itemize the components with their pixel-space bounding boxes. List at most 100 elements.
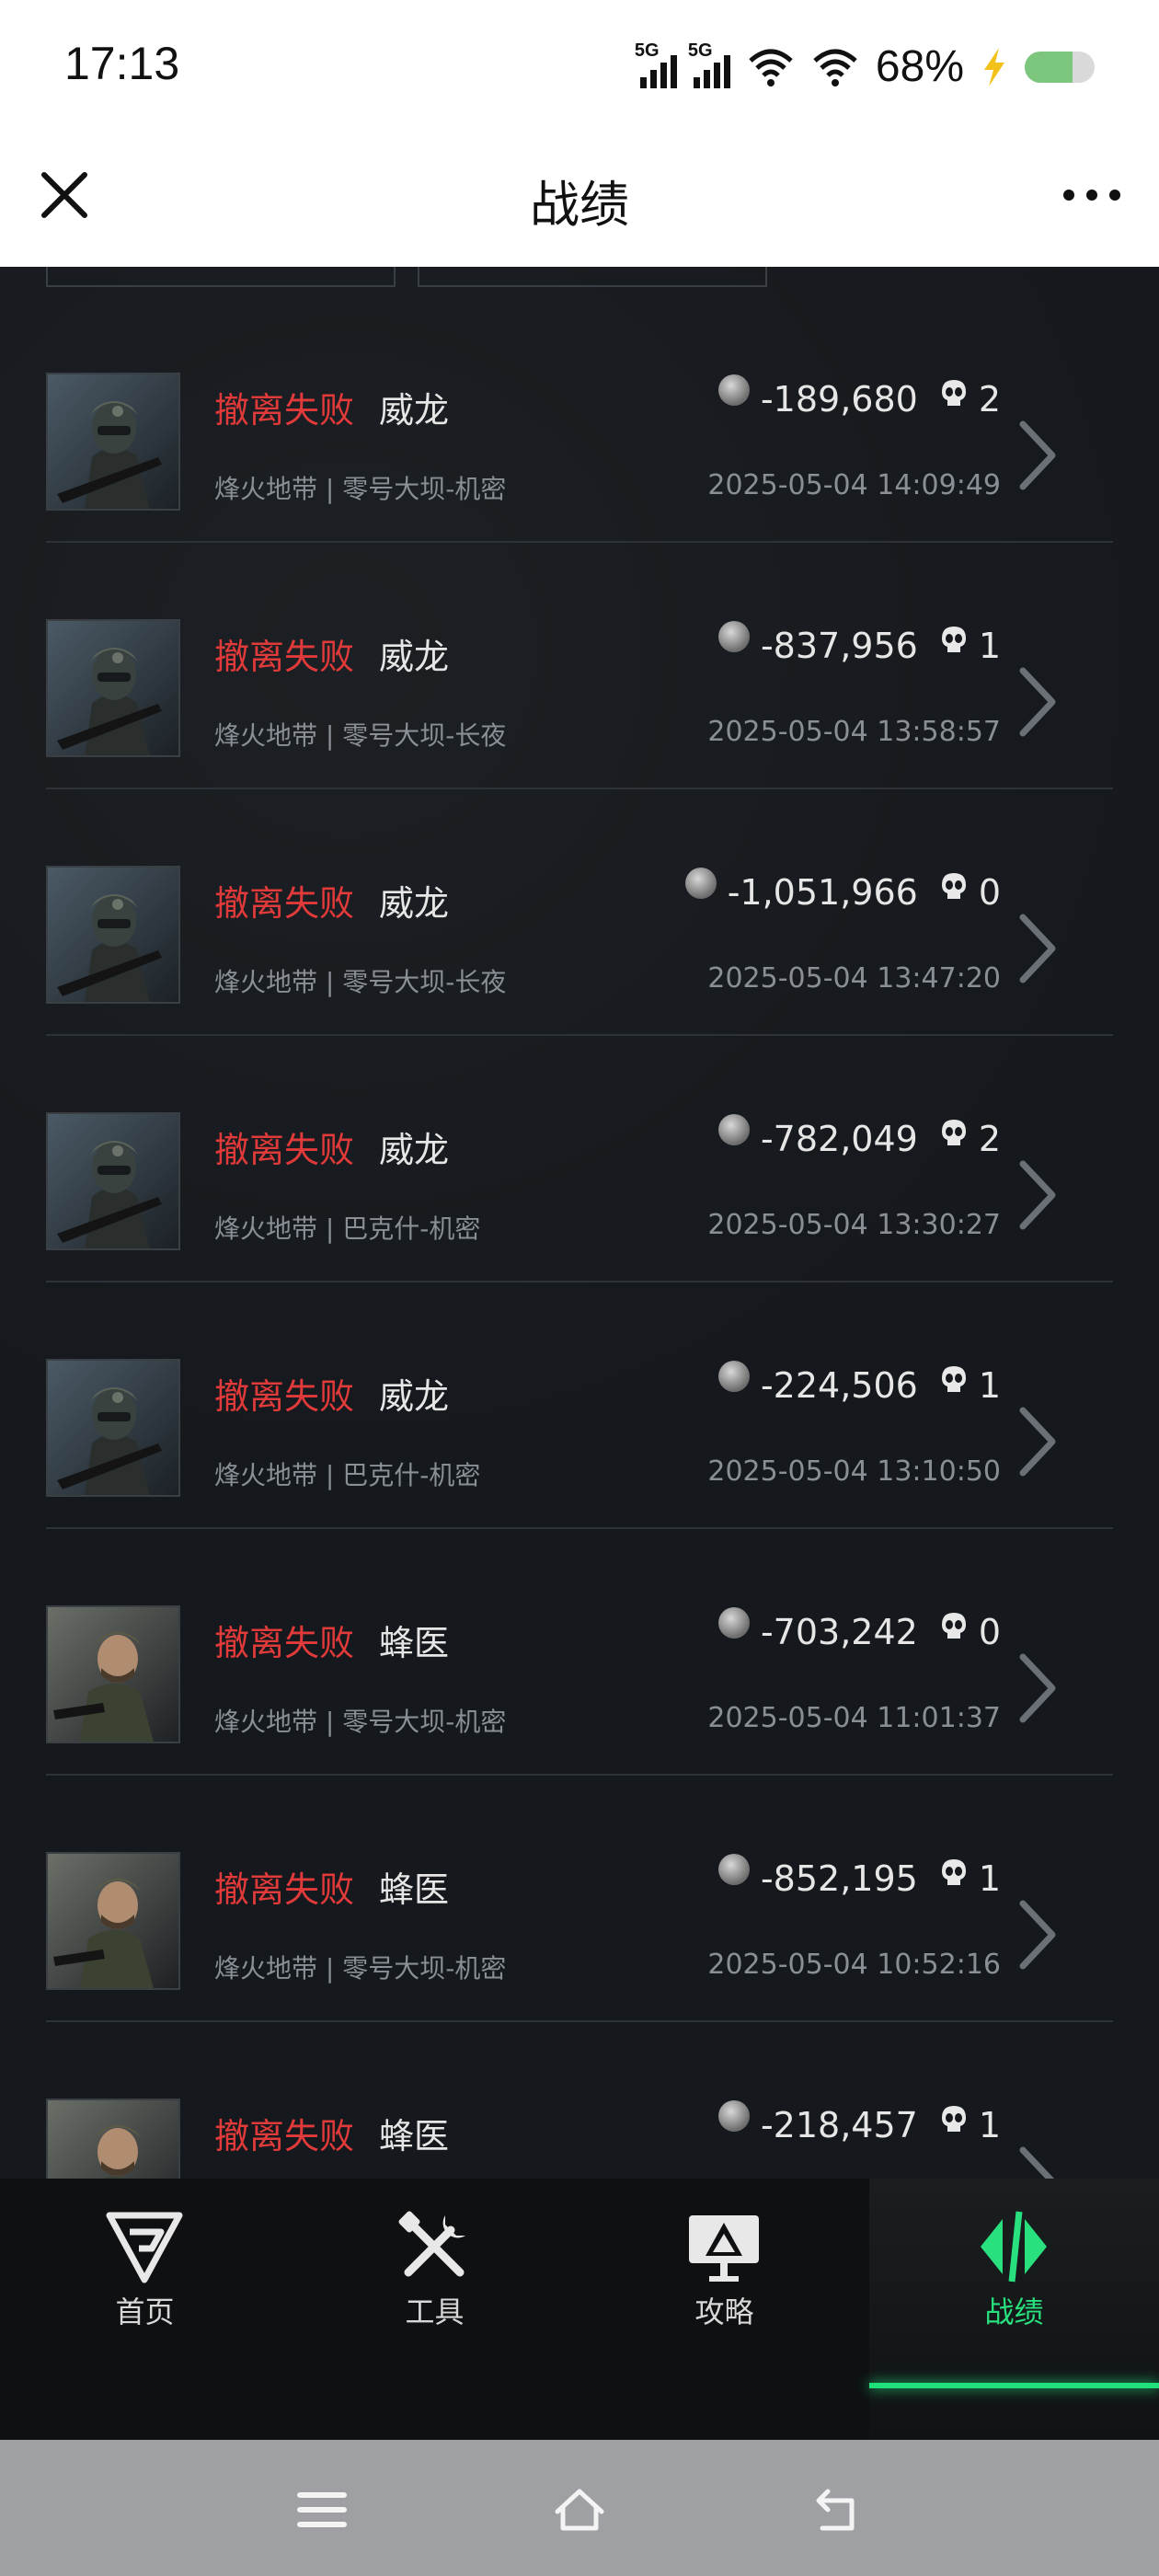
kill-count: 1 [978,1858,1001,1899]
record-time: 2025-05-04 11:01:37 [707,1702,1001,1734]
page-title: 战绩 [530,176,629,234]
kill-count: 1 [978,626,1001,666]
record-row[interactable]: 撤离失败 威龙 烽火地带 | 巴克什-机密 -224,506 1 2025-05-04 1… [46,1281,1113,1529]
chevron-right-icon[interactable] [1017,2145,1058,2179]
kill-count: 2 [978,1119,1001,1159]
status-bar: 17:13 5G 5G 68% [0,0,1159,138]
record-stats: -1,051,966 0 [684,868,1001,913]
map-mode: 烽火地带 | 零号大坝-机密 [214,1707,507,1737]
record-stats: -224,506 1 [717,1361,1001,1406]
kill-skull-icon [941,1366,966,1392]
menu-icon[interactable] [294,2484,350,2536]
record-list[interactable]: 撤离失败 威龙 烽火地带 | 零号大坝-机密 -189,680 2 2025-05-04 … [0,267,1159,2179]
record-stats: -782,049 2 [717,1114,1001,1159]
record-row[interactable]: 撤离失败 蜂医 -218,457 1 [46,2020,1113,2179]
operator-name: 蜂医 [379,1623,450,1663]
kill-skull-icon [941,1613,966,1639]
record-row[interactable]: 撤离失败 威龙 烽火地带 | 零号大坝-机密 -189,680 2 2025-05-04 … [46,294,1113,543]
chevron-right-icon[interactable] [1017,1405,1058,1478]
operator-name: 威龙 [379,1376,450,1417]
record-time: 2025-05-04 13:30:27 [707,1209,1001,1241]
operator-avatar [46,1112,180,1250]
tab-label: 工具 [405,2294,465,2329]
record-row[interactable]: 撤离失败 蜂医 烽火地带 | 零号大坝-机密 -852,195 1 2025-05-04 … [46,1774,1113,2022]
result-status: 撤离失败 [214,883,355,924]
record-stats: -218,457 1 [717,2100,1001,2145]
tab-guide[interactable]: 攻略 [580,2179,869,2440]
kill-skull-icon [941,1120,966,1145]
coin-icon [717,1114,750,1145]
operator-name: 蜂医 [379,1869,450,1910]
asset-value: -218,457 [760,2105,918,2145]
clock: 17:13 [64,38,180,89]
tab-label: 攻略 [694,2294,754,2329]
asset-value: -224,506 [760,1365,918,1406]
result-status: 撤离失败 [214,390,355,431]
chevron-right-icon[interactable] [1017,665,1058,739]
operator-avatar [46,1852,180,1990]
filter-button-stub-2[interactable] [418,267,767,287]
battery-icon [1025,51,1095,83]
kill-skull-icon [941,380,966,406]
record-row[interactable]: 撤离失败 蜂医烽火地带 | 零号大坝-机密 -703,242 0 2025-05-04 … [46,1527,1113,1776]
back-icon[interactable] [809,2484,865,2536]
record-row[interactable]: 撤离失败 威龙 烽火地带 | 零号大坝-长夜 -837,956 1 2025-05-04 … [46,541,1113,789]
operator-avatar [46,2099,180,2179]
signal-icon: 5G [635,40,677,88]
kill-skull-icon [941,1859,966,1885]
record-time: 2025-05-04 13:47:20 [707,962,1001,995]
record-icon [981,2211,1047,2283]
kill-count: 1 [978,2105,1001,2145]
map-mode: 烽火地带 | 零号大坝-机密 [214,474,507,504]
chevron-right-icon[interactable] [1017,912,1058,985]
operator-name: 威龙 [379,637,450,677]
operator-name: 威龙 [379,1130,450,1170]
active-tab-indicator [869,2383,1159,2388]
tab-home[interactable]: 首页 [0,2179,290,2440]
chevron-right-icon[interactable] [1017,1651,1058,1725]
more-icon[interactable] [1060,184,1124,206]
wifi-icon [749,49,793,86]
asset-value: -852,195 [760,1858,918,1899]
tab-label: 首页 [115,2294,175,2329]
filter-button-stub[interactable] [46,267,396,287]
kill-count: 2 [978,379,1001,420]
asset-value: -782,049 [760,1119,918,1159]
record-row[interactable]: 撤离失败 威龙 烽火地带 | 零号大坝-长夜 -1,051,966 0 2025-05-0… [46,788,1113,1036]
chevron-right-icon[interactable] [1017,1158,1058,1232]
chevron-right-icon[interactable] [1017,419,1058,492]
chevron-right-icon[interactable] [1017,1898,1058,1972]
operator-avatar [46,866,180,1004]
kill-count: 0 [978,872,1001,913]
record-stats: -703,242 0 [717,1607,1001,1652]
asset-value: -703,242 [760,1612,918,1652]
coin-icon [684,868,717,899]
result-status: 撤离失败 [214,1869,355,1910]
kill-count: 1 [978,1365,1001,1406]
battery-percent: 68% [875,42,964,91]
operator-name: 蜂医 [379,2116,450,2156]
tab-tools[interactable]: 工具 [290,2179,580,2440]
result-status: 撤离失败 [214,1130,355,1170]
header: 战绩 [0,138,1159,267]
guide-monitor-icon [689,2215,759,2282]
kill-skull-icon [941,873,966,899]
network-type-label: 5G [634,40,660,61]
tab-records[interactable]: 战绩 [869,2179,1159,2440]
operator-avatar [46,1359,180,1497]
wifi-icon-2 [813,49,857,86]
record-time: 2025-05-04 13:58:57 [707,716,1001,748]
record-row[interactable]: 撤离失败 威龙烽火地带 | 巴克什-机密 -782,049 2 2025-05-04 1… [46,1034,1113,1282]
result-status: 撤离失败 [214,1376,355,1417]
record-time: 2025-05-04 13:10:50 [707,1455,1001,1488]
tab-label: 战绩 [984,2294,1044,2329]
home-icon[interactable] [552,2484,607,2536]
map-mode: 烽火地带 | 零号大坝-长夜 [214,967,507,997]
result-status: 撤离失败 [214,1623,355,1663]
network-type-label-2: 5G [687,40,713,61]
coin-icon [717,1361,750,1392]
coin-icon [717,374,750,406]
tools-icon [398,2211,465,2277]
coin-icon [717,1607,750,1639]
map-mode: 烽火地带 | 巴克什-机密 [214,1213,481,1244]
